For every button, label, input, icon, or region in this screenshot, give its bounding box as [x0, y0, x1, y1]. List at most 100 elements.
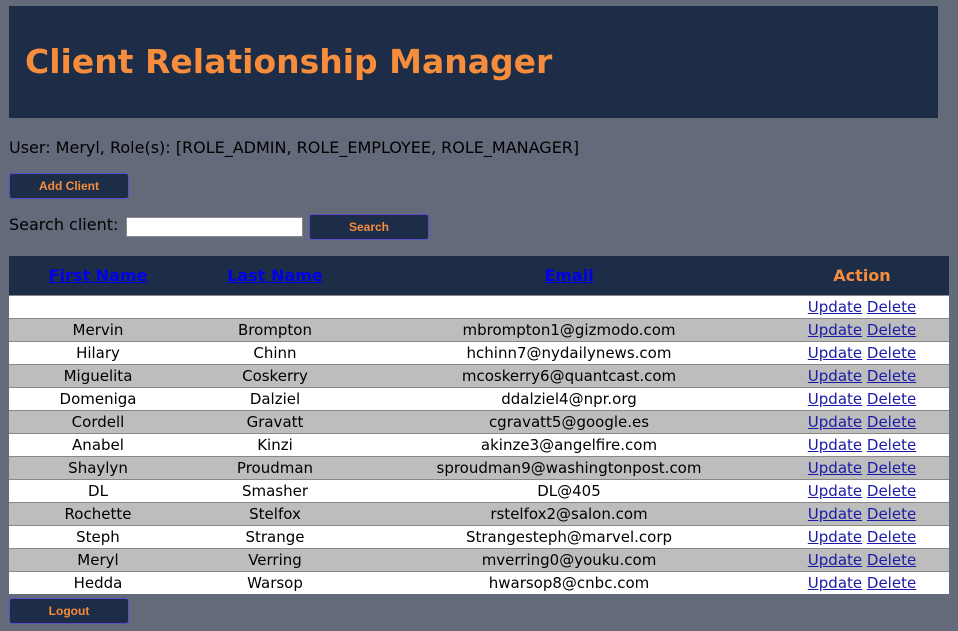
action-cell: Update Delete [775, 525, 949, 549]
last-name-cell: Warsop [187, 571, 363, 594]
table-row: Meryl Verring mverring0@youku.com Update De… [9, 548, 949, 572]
email-cell: mcoskerry6@quantcast.com [363, 364, 775, 388]
email-cell: rstelfox2@salon.com [363, 502, 775, 526]
update-link[interactable]: Update [808, 482, 862, 500]
first-name-cell: Rochette [9, 502, 187, 526]
search-input[interactable] [126, 217, 303, 237]
last-name-cell: Smasher [187, 479, 363, 503]
table-row: DL Smasher DL@405 Update Delete [9, 479, 949, 503]
action-cell: Update Delete [775, 456, 949, 480]
email-cell: mbrompton1@gizmodo.com [363, 318, 775, 342]
email-cell: ddalziel4@npr.org [363, 387, 775, 411]
action-cell: Update Delete [775, 571, 949, 594]
table-row: Cordell Gravatt cgravatt5@google.es Update … [9, 410, 949, 434]
update-link[interactable]: Update [808, 390, 862, 408]
update-link[interactable]: Update [808, 436, 862, 454]
table-row: Hedda Warsop hwarsop8@cnbc.com Update Delet… [9, 571, 949, 594]
email-cell: sproudman9@washingtonpost.com [363, 456, 775, 480]
last-name-cell: Proudman [187, 456, 363, 480]
action-cell: Update Delete [775, 548, 949, 572]
delete-link[interactable]: Delete [867, 482, 916, 500]
page-title: Client Relationship Manager [25, 42, 553, 81]
first-name-cell [9, 295, 187, 319]
table-row: Update Delete [9, 295, 949, 319]
email-cell: hchinn7@nydailynews.com [363, 341, 775, 365]
update-link[interactable]: Update [808, 505, 862, 523]
delete-link[interactable]: Delete [867, 436, 916, 454]
update-link[interactable]: Update [808, 551, 862, 569]
last-name-cell: Brompton [187, 318, 363, 342]
last-name-cell: Verring [187, 548, 363, 572]
table-row: Anabel Kinzi akinze3@angelfire.com Update D… [9, 433, 949, 457]
last-name-cell: Dalziel [187, 387, 363, 411]
last-name-cell: Coskerry [187, 364, 363, 388]
delete-link[interactable]: Delete [867, 344, 916, 362]
table-header-row: First Name Last Name Email Action [9, 256, 949, 296]
first-name-cell: Mervin [9, 318, 187, 342]
delete-link[interactable]: Delete [867, 413, 916, 431]
email-cell: hwarsop8@cnbc.com [363, 571, 775, 594]
delete-link[interactable]: Delete [867, 551, 916, 569]
first-name-cell: Hedda [9, 571, 187, 594]
search-button[interactable]: Search [309, 214, 429, 240]
email-cell: mverring0@youku.com [363, 548, 775, 572]
update-link[interactable]: Update [808, 298, 862, 316]
user-info: User: Meryl, Role(s): [ROLE_ADMIN, ROLE_… [9, 138, 580, 157]
delete-link[interactable]: Delete [867, 574, 916, 592]
update-link[interactable]: Update [808, 321, 862, 339]
add-client-button[interactable]: Add Client [9, 173, 129, 199]
delete-link[interactable]: Delete [867, 459, 916, 477]
last-name-cell: Gravatt [187, 410, 363, 434]
table-row: Rochette Stelfox rstelfox2@salon.com Update… [9, 502, 949, 526]
update-link[interactable]: Update [808, 459, 862, 477]
first-name-cell: Domeniga [9, 387, 187, 411]
action-cell: Update Delete [775, 295, 949, 319]
clients-table: First Name Last Name Email Action Update… [9, 256, 949, 594]
table-row: Mervin Brompton mbrompton1@gizmodo.com Upda… [9, 318, 949, 342]
first-name-cell: Hilary [9, 341, 187, 365]
update-link[interactable]: Update [808, 344, 862, 362]
first-name-cell: DL [9, 479, 187, 503]
delete-link[interactable]: Delete [867, 367, 916, 385]
sort-last-name-link[interactable]: Last Name [227, 266, 322, 285]
logout-button[interactable]: Logout [9, 598, 129, 624]
delete-link[interactable]: Delete [867, 298, 916, 316]
update-link[interactable]: Update [808, 413, 862, 431]
last-name-cell: Kinzi [187, 433, 363, 457]
email-cell: akinze3@angelfire.com [363, 433, 775, 457]
first-name-cell: Steph [9, 525, 187, 549]
update-link[interactable]: Update [808, 574, 862, 592]
sort-first-name-link[interactable]: First Name [49, 266, 148, 285]
delete-link[interactable]: Delete [867, 321, 916, 339]
sort-email-link[interactable]: Email [544, 266, 593, 285]
action-cell: Update Delete [775, 410, 949, 434]
table-row: Domeniga Dalziel ddalziel4@npr.org Update D… [9, 387, 949, 411]
action-cell: Update Delete [775, 341, 949, 365]
email-cell: cgravatt5@google.es [363, 410, 775, 434]
last-name-cell: Stelfox [187, 502, 363, 526]
first-name-cell: Anabel [9, 433, 187, 457]
action-cell: Update Delete [775, 364, 949, 388]
update-link[interactable]: Update [808, 528, 862, 546]
last-name-cell: Chinn [187, 341, 363, 365]
clients-table-body: Update Delete Mervin Brompton mbrompton1@gi… [9, 295, 949, 594]
delete-link[interactable]: Delete [867, 505, 916, 523]
first-name-cell: Meryl [9, 548, 187, 572]
delete-link[interactable]: Delete [867, 528, 916, 546]
email-cell: Strangesteph@marvel.corp [363, 525, 775, 549]
delete-link[interactable]: Delete [867, 390, 916, 408]
update-link[interactable]: Update [808, 367, 862, 385]
table-row: Hilary Chinn hchinn7@nydailynews.com Update… [9, 341, 949, 365]
table-row: Miguelita Coskerry mcoskerry6@quantcast.co… [9, 364, 949, 388]
first-name-cell: Shaylyn [9, 456, 187, 480]
page-header: Client Relationship Manager [9, 6, 938, 118]
action-cell: Update Delete [775, 502, 949, 526]
search-label: Search client: [9, 215, 119, 234]
table-row: Shaylyn Proudman sproudman9@washingtonpost… [9, 456, 949, 480]
table-row: Steph Strange Strangesteph@marvel.corp Upda… [9, 525, 949, 549]
email-cell: DL@405 [363, 479, 775, 503]
action-cell: Update Delete [775, 387, 949, 411]
last-name-cell: Strange [187, 525, 363, 549]
email-header: Email [363, 256, 775, 296]
last-name-header: Last Name [187, 256, 363, 296]
